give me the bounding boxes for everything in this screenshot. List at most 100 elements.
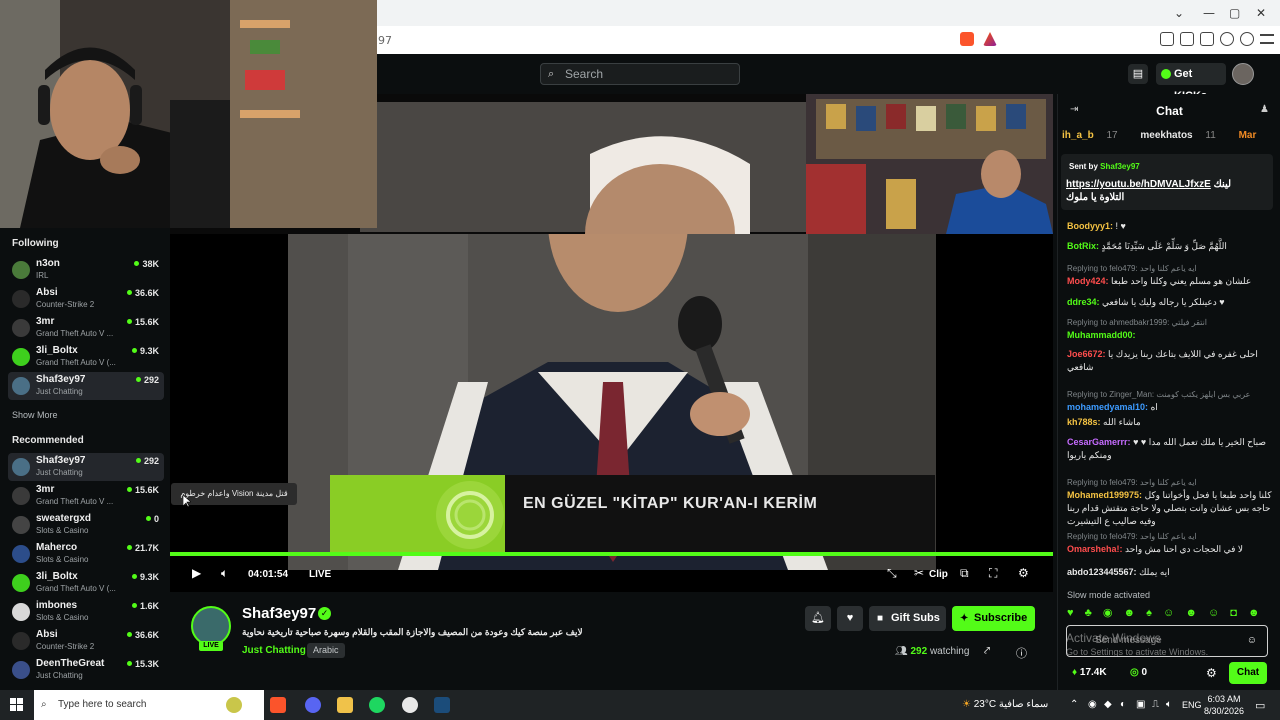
sidebar-channel-shaf3ey97[interactable]: Shaf3ey97 Just Chatting 292 (8, 372, 164, 400)
progress-bar[interactable] (170, 552, 1053, 556)
sidebar-channel-n3on[interactable]: n3on IRL 38K (8, 256, 164, 284)
minimize-button[interactable]: — (1203, 6, 1215, 20)
clip-icon[interactable]: ✂︎ (914, 566, 924, 580)
sidebar-channel-3li_boltx[interactable]: 3li_Boltx Grand Theft Auto V (... 9.3K (8, 569, 164, 597)
language-tag[interactable]: Arabic (307, 643, 345, 658)
weather-widget[interactable]: ☀ 23°C سماء صافية (962, 699, 1048, 710)
sidebar-channel-shaf3ey97[interactable]: Shaf3ey97 Just Chatting 292 (8, 453, 164, 481)
reply-context[interactable]: Replying to felo479: ايه ياعم كلنا واحد (1067, 262, 1275, 275)
sidebar-channel-sweatergxd[interactable]: sweatergxd Slots & Casino 0 (8, 511, 164, 539)
reply-context[interactable]: Replying to Zinger_Man: عربي بس ايلهز يك… (1067, 388, 1275, 401)
sidebar-channel-maherco[interactable]: Maherco Slots & Casino 21.7K (8, 540, 164, 568)
chat-username[interactable]: CesarGamerrr: (1067, 437, 1131, 447)
chat-username[interactable]: mohamedyamal10: (1067, 402, 1148, 412)
close-button[interactable]: ✕ (1256, 6, 1266, 20)
brave-shield-icon[interactable] (960, 32, 974, 46)
reply-context[interactable]: Replying to ahmedbakr1999: انتقر فيلتي (1067, 316, 1275, 329)
chat-username[interactable]: Mohamed199975: (1067, 490, 1142, 500)
show-more-link[interactable]: Show More (12, 410, 58, 420)
user-avatar[interactable] (1232, 63, 1254, 85)
file-explorer-icon[interactable] (337, 697, 353, 713)
obs-icon[interactable] (402, 697, 418, 713)
pinned-link[interactable]: https://youtu.be/hDMVALJfxzE (1066, 179, 1211, 190)
gifter-2[interactable]: meekhatos 11 (1140, 130, 1225, 141)
info-icon[interactable]: ⓘ (1016, 645, 1027, 661)
chat-users-icon[interactable]: ♟ (1260, 104, 1269, 115)
chat-settings-icon[interactable]: ⚙ (1206, 666, 1217, 680)
chat-username[interactable]: Omarsheha!: (1067, 544, 1123, 554)
follow-heart-icon[interactable]: ♥ (837, 606, 863, 631)
wallet-icon[interactable] (1200, 32, 1214, 46)
discord-icon[interactable] (305, 697, 321, 713)
chat-message: ddre34: دعينلكر يا رجاله وليك يا شافعي ♥ (1067, 296, 1275, 309)
pinned-user[interactable]: Shaf3ey97 (1100, 162, 1140, 171)
sidebar-channel-deenthegreat[interactable]: DeenTheGreat Just Chatting 15.3K (8, 656, 164, 684)
url-bar[interactable]: 97 (378, 34, 392, 47)
window-dropdown-icon[interactable]: ⌄ (1174, 6, 1184, 20)
theatre-mode-icon[interactable]: ⤡ (887, 566, 897, 581)
reply-context[interactable]: Replying to felo479: ايه ياعم كلنا واحد (1067, 476, 1275, 489)
spotify-icon[interactable] (369, 697, 385, 713)
chat-username[interactable]: BotRix: (1067, 241, 1099, 251)
notification-center-icon[interactable]: ▭ (1255, 699, 1265, 712)
sidebar-channel-absi[interactable]: Absi Counter-Strike 2 36.6K (8, 285, 164, 313)
sidebar-channel-imbones[interactable]: imbones Slots & Casino 1.6K (8, 598, 164, 626)
sidebar-channel-3mr[interactable]: 3mr Grand Theft Auto V ... 15.6K (8, 314, 164, 342)
channel-avatar[interactable] (191, 606, 231, 646)
fullscreen-icon[interactable]: ⛶ (989, 566, 997, 581)
steam-icon[interactable] (434, 697, 450, 713)
stream-category-link[interactable]: Just Chatting (242, 645, 306, 656)
sidebar-channel-3li_boltx[interactable]: 3li_Boltx Grand Theft Auto V (... 9.3K (8, 343, 164, 371)
volume-icon[interactable]: 🔈︎ (221, 566, 228, 581)
windows-start-icon[interactable] (10, 698, 23, 711)
chat-send-button[interactable]: Chat (1229, 662, 1267, 684)
chat-username[interactable]: ddre34: (1067, 297, 1100, 307)
chat-username[interactable]: kh788s: (1067, 417, 1101, 427)
tray-app-icon[interactable]: ◐ (1120, 699, 1126, 710)
play-icon[interactable]: ▶ (192, 566, 201, 580)
chat-username[interactable]: Muhammadd00: (1067, 330, 1136, 340)
network-icon[interactable]: ⎍ (1152, 699, 1159, 710)
tennis-widget-icon[interactable] (226, 697, 242, 713)
sidebar-channel-absi[interactable]: Absi Counter-Strike 2 36.6K (8, 627, 164, 655)
sidebar-toggle-icon[interactable] (1180, 32, 1194, 46)
get-kicks-button[interactable]: Get KICKs (1156, 63, 1226, 102)
profile-icon[interactable] (1220, 32, 1234, 46)
media-icon[interactable] (1160, 32, 1174, 46)
settings-icon[interactable]: ⚙ (1018, 566, 1029, 580)
gift-subs-button[interactable]: ■ Gift Subs (869, 606, 946, 631)
channel-name[interactable]: Shaf3ey97 (242, 605, 316, 622)
chat-username[interactable]: Joe6672: (1067, 349, 1106, 359)
reply-context[interactable]: Replying to felo479: ايه ياعم كلنا واحد (1067, 530, 1275, 543)
emoji-picker-icon[interactable]: ☺ (1247, 626, 1257, 656)
chat-username[interactable]: Mody424: (1067, 276, 1109, 286)
share-icon[interactable]: ⤤ (984, 645, 990, 658)
search-input[interactable]: ⌕ Search (540, 63, 740, 85)
channel-name: Shaf3ey97 (36, 455, 86, 466)
tray-app-icon[interactable]: ◆ (1104, 699, 1112, 710)
notification-bell-icon[interactable]: 🔔︎ (805, 606, 831, 631)
volume-tray-icon[interactable]: 🔈︎ (1166, 699, 1172, 710)
live-badge: LIVE (199, 641, 223, 651)
channel-category: Grand Theft Auto V (... (36, 358, 116, 367)
gifter-1[interactable]: ih_a_b 17 (1062, 130, 1128, 141)
subscribe-button[interactable]: ✦ Subscribe (952, 606, 1035, 631)
chat-username[interactable]: abdo123445567: (1067, 567, 1137, 577)
chat-username[interactable]: Boodyyy1: (1067, 221, 1113, 231)
language-indicator[interactable]: ENG (1182, 700, 1202, 710)
gifter-3[interactable]: Mar (1239, 130, 1267, 141)
brave-rewards-icon[interactable] (983, 32, 997, 46)
tray-chevron-icon[interactable]: ⌃ (1070, 699, 1078, 710)
sidebar-channel-3mr[interactable]: 3mr Grand Theft Auto V ... 15.6K (8, 482, 164, 510)
tray-app-icon[interactable]: ◉ (1088, 699, 1097, 710)
brave-browser-icon[interactable] (270, 697, 286, 713)
menu-icon[interactable] (1260, 34, 1274, 44)
vpn-icon[interactable] (1240, 32, 1254, 46)
clock[interactable]: 6:03 AM 8/30/2026 (1200, 693, 1248, 717)
picture-in-picture-icon[interactable]: ⧉ (960, 566, 969, 581)
tray-app-icon[interactable]: ▣ (1136, 699, 1145, 710)
maximize-button[interactable]: ▢ (1229, 6, 1240, 20)
emote-bar[interactable]: ♥ ♣ ◉ ☻ ♠ ☺ ☻ ☺ ◘ ☻ (1067, 606, 1273, 620)
clip-label[interactable]: Clip (929, 569, 948, 580)
layout-icon[interactable]: ▤ (1128, 64, 1148, 84)
